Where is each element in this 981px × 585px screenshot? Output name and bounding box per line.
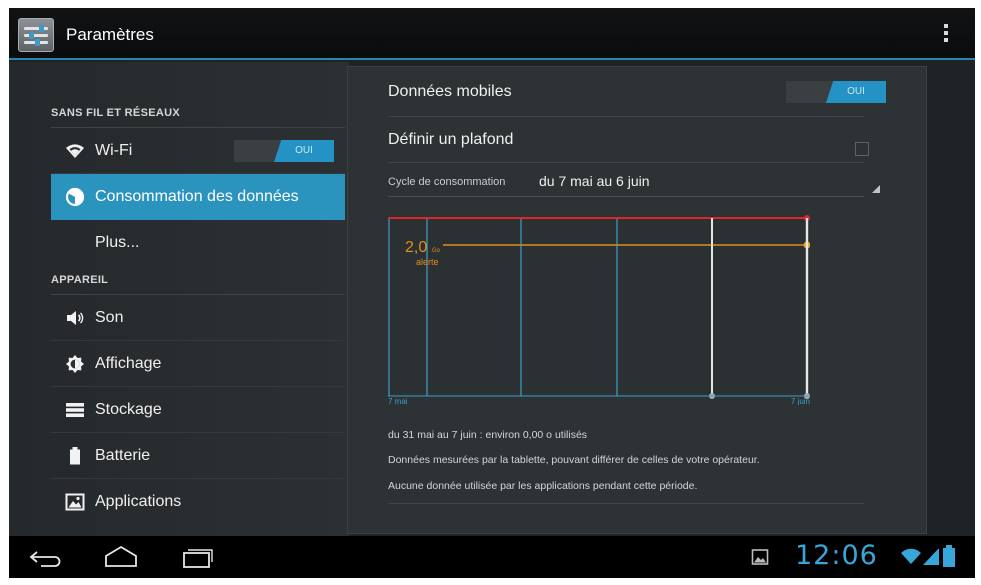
warning-value: 2,0 [405, 239, 427, 256]
usage-note-operator: Données mesurées par la tablette, pouvan… [388, 454, 760, 466]
mobile-data-label: Données mobiles [388, 83, 512, 100]
overflow-menu-icon[interactable] [939, 22, 953, 48]
usage-summary: du 31 mai au 7 juin : environ 0,00 o uti… [388, 429, 588, 441]
sidebar-item-data-usage[interactable]: Consommation des données [51, 174, 345, 220]
usage-chart: 2,0 Go alerte 7 mai 7 juin [388, 215, 810, 405]
speaker-icon [67, 311, 84, 325]
sidebar-item-display[interactable]: Affichage [51, 341, 345, 387]
sidebar-item-label: Plus... [95, 234, 140, 251]
wifi-icon [66, 144, 84, 158]
usage-cycle-spinner[interactable]: Cycle de consommation du 7 mai au 6 juin [388, 163, 864, 197]
axis-start-label: 7 mai [388, 397, 408, 405]
battery-status-icon [943, 545, 955, 567]
data-limit-row[interactable]: Définir un plafond [388, 117, 864, 163]
mobile-data-switch[interactable]: OUI [786, 81, 886, 103]
sidebar-item-more[interactable]: Plus... [51, 220, 345, 266]
warning-label: alerte [416, 257, 439, 267]
action-bar: Paramètres [9, 8, 975, 60]
recent-apps-icon[interactable] [181, 545, 215, 569]
battery-icon [70, 447, 80, 465]
sidebar-item-label: Consommation des données [95, 188, 299, 205]
usage-note-apps: Aucune donnée utilisée par les applicati… [388, 480, 698, 492]
home-icon[interactable] [103, 544, 139, 568]
switch-on-label: OUI [826, 81, 886, 103]
spinner-arrow-icon [872, 185, 880, 193]
switch-on-label: OUI [274, 140, 334, 162]
page-title: Paramètres [66, 25, 154, 44]
applications-icon [65, 493, 85, 511]
settings-sidebar: SANS FIL ET RÉSEAUX Wi-Fi OUI Consommati… [9, 62, 349, 536]
usage-cycle-label: Cycle de consommation [388, 176, 506, 188]
sidebar-item-sound[interactable]: Son [51, 295, 345, 341]
chart-background [388, 215, 810, 393]
sidebar-item-label: Wi-Fi [95, 142, 133, 159]
data-limit-checkbox[interactable] [855, 142, 869, 156]
data-limit-label: Définir un plafond [388, 131, 514, 148]
sidebar-item-label: Batterie [95, 447, 151, 464]
sidebar-item-battery[interactable]: Batterie [51, 433, 345, 479]
back-icon[interactable] [29, 549, 65, 567]
sidebar-item-label: Applications [95, 493, 182, 510]
warning-unit: Go [432, 248, 441, 254]
system-nav-bar: 12:06 [9, 536, 975, 578]
sidebar-item-label: Affichage [95, 355, 162, 372]
image-notification-icon[interactable] [751, 548, 769, 566]
data-usage-pane: Données mobiles OUI Définir un plafond C… [347, 66, 927, 534]
tablet-screen: Paramètres SANS FIL ET RÉSEAUX Wi-Fi OUI [9, 8, 975, 578]
section-header-wireless: SANS FIL ET RÉSEAUX [51, 107, 345, 128]
axis-end-label: 7 juin [791, 397, 810, 405]
status-clock: 12:06 [795, 540, 878, 571]
cell-signal-icon [923, 548, 939, 565]
section-header-device: APPAREIL [51, 274, 345, 295]
usage-cycle-value: du 7 mai au 6 juin [539, 173, 650, 189]
divider [388, 503, 864, 504]
wifi-switch[interactable]: OUI [234, 140, 334, 162]
brightness-icon [66, 355, 84, 373]
sidebar-item-wifi[interactable]: Wi-Fi OUI [51, 128, 345, 174]
mobile-data-row[interactable]: Données mobiles OUI [388, 67, 886, 117]
wifi-signal-icon [901, 548, 921, 564]
storage-icon [66, 403, 84, 417]
settings-app-icon[interactable] [18, 18, 54, 52]
sidebar-item-storage[interactable]: Stockage [51, 387, 345, 433]
sidebar-item-label: Son [95, 309, 124, 326]
sidebar-item-applications[interactable]: Applications [51, 479, 345, 525]
data-usage-icon [65, 187, 85, 207]
sidebar-item-label: Stockage [95, 401, 162, 418]
